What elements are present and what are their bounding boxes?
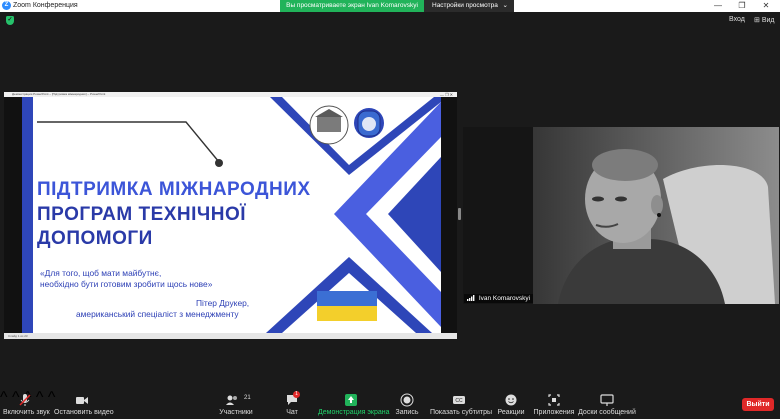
participant-name: Ivan Komarovskyi — [478, 295, 531, 302]
presentation-slide: ПІДТРИМКА МІЖНАРОДНИХ ПРОГРАМ ТЕХНІЧНОЇ … — [4, 97, 457, 333]
show-captions-label: Показать субтитры — [430, 409, 493, 416]
splitter-handle[interactable] — [458, 208, 461, 220]
stop-video-label: Остановить видео — [54, 409, 114, 416]
minimize-button[interactable]: — — [706, 0, 730, 12]
slide-quote-line-1: «Для того, щоб мати майбутнє, — [40, 268, 162, 278]
participant-video[interactable]: Ivan Komarovskyi — [463, 127, 779, 304]
chat-unread-badge: 1 — [293, 391, 300, 398]
smiley-icon — [505, 394, 517, 406]
slide-title-line-3: ДОПОМОГИ — [37, 228, 153, 249]
security-shield-icon[interactable]: ✓ — [6, 16, 14, 25]
microphone-muted-icon — [19, 394, 31, 406]
video-camera-icon — [76, 397, 88, 404]
svg-text:CC: CC — [455, 398, 463, 404]
slide-title-line-1: ПІДТРИМКА МІЖНАРОДНИХ — [37, 179, 311, 200]
leave-button[interactable]: Выйти — [742, 398, 774, 411]
view-options-dropdown[interactable]: Настройки просмотра ⌄ — [424, 0, 514, 12]
share-status-banner: Вы просматриваете экран Ivan Komarovskyi — [280, 0, 424, 12]
record-label: Запись — [395, 409, 419, 416]
view-button-label: Вид — [761, 17, 775, 24]
captions-cc-icon: CC — [453, 396, 465, 404]
apps-label: Приложения — [533, 409, 575, 416]
apps-icon — [548, 394, 560, 406]
stop-video-button[interactable]: Остановить видео — [54, 389, 114, 419]
whiteboard-icon — [600, 394, 614, 406]
slide-title-line-2: ПРОГРАМ ТЕХНІЧНОЇ — [37, 204, 247, 225]
record-icon — [400, 393, 414, 407]
meeting-toolbar: Включить звук ^ Остановить видео ^ 21 Уч… — [0, 389, 780, 419]
video-frame-graphics — [463, 127, 779, 304]
shared-screen: Демонстрация PowerPoint – [Підтримка між… — [4, 92, 457, 339]
record-button[interactable]: Запись — [393, 389, 421, 419]
participants-button[interactable]: 21 Участники — [218, 389, 254, 419]
chevron-down-icon: ⌄ — [502, 2, 508, 9]
window-title: Zoom Конференция — [13, 2, 78, 9]
share-screen-icon — [345, 394, 357, 406]
whiteboards-button[interactable]: Доски сообщений — [578, 389, 636, 419]
slide-author-line-1: Пітер Друкер, — [196, 298, 250, 308]
zoom-logo-icon: Z — [2, 1, 11, 10]
close-button[interactable]: ✕ — [754, 0, 778, 12]
participants-count: 21 — [244, 395, 251, 401]
grid-icon: ⊞ — [754, 17, 760, 24]
chat-button[interactable]: 1 Чат — [280, 389, 304, 419]
whiteboards-label: Доски сообщений — [578, 409, 636, 416]
participant-name-tag: Ivan Komarovskyi — [464, 294, 534, 303]
participants-label: Участники — [219, 409, 253, 416]
unmute-button[interactable]: Включить звук — [3, 389, 50, 419]
window-titlebar: Z Zoom Конференция Вы просматриваете экр… — [0, 0, 780, 12]
slide-author-line-2: американський спеціаліст з менеджменту — [76, 309, 239, 319]
show-captions-button[interactable]: CC Показать субтитры — [430, 389, 493, 419]
signal-strength-icon — [467, 295, 475, 301]
ppt-title: Демонстрация PowerPoint – [Підтримка між… — [12, 92, 106, 96]
participants-icon — [226, 395, 238, 405]
reactions-button[interactable]: Реакции — [496, 389, 526, 419]
slide-quote-line-2: необхідно бути готовим зробити щось нове… — [40, 279, 213, 289]
chat-label: Чат — [286, 409, 298, 416]
ppt-statusbar: Слайд 1 из 23 — [4, 333, 457, 339]
view-options-label: Настройки просмотра — [432, 2, 498, 9]
unmute-label: Включить звук — [3, 409, 50, 416]
share-screen-button[interactable]: Демонстрация экрана — [318, 389, 390, 419]
meeting-topstrip: ✓ Вход ⊞ Вид — [0, 12, 780, 32]
apps-button[interactable]: Приложения — [533, 389, 575, 419]
view-button[interactable]: ⊞ Вид — [754, 16, 775, 24]
reactions-label: Реакции — [497, 409, 525, 416]
maximize-button[interactable]: ❐ — [730, 0, 754, 12]
sign-in-button[interactable]: Вход — [729, 16, 745, 23]
share-screen-label: Демонстрация экрана — [318, 409, 390, 416]
